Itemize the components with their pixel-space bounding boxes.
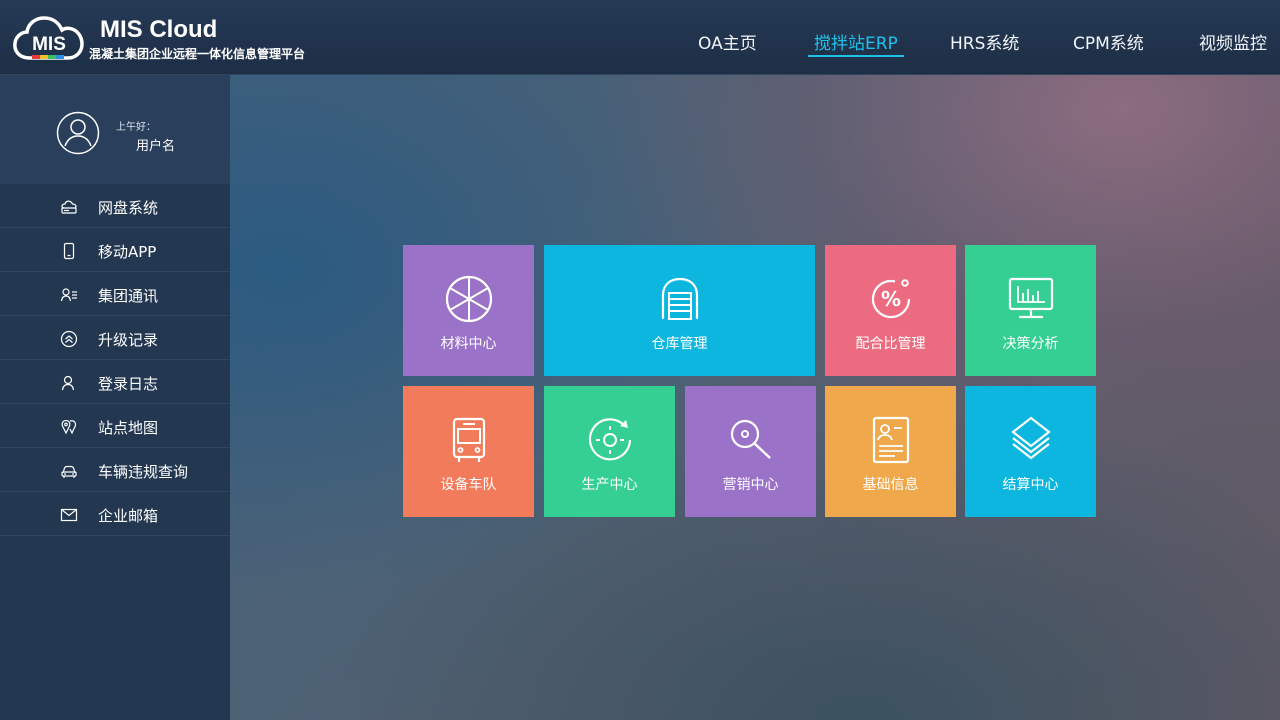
tile-marketing-center[interactable]: 营销中心 xyxy=(685,386,816,517)
nav-item-hrs[interactable]: HRS系统 xyxy=(950,29,1019,54)
percent-icon: % xyxy=(871,279,910,319)
sidebar-item-upgrade-log[interactable]: 升级记录 xyxy=(0,316,230,360)
tile-production-center[interactable]: 生产中心 xyxy=(544,386,675,517)
warehouse-icon xyxy=(661,277,698,320)
sidebar-item-login-log[interactable]: 登录日志 xyxy=(0,360,230,404)
top-header: MIS MIS Cloud 混凝土集团企业远程一体化信息管理平台 OA主页 搅拌… xyxy=(0,0,1280,75)
search-tag-icon xyxy=(730,419,771,459)
sidebar-item-enterprise-mail[interactable]: 企业邮箱 xyxy=(0,492,230,536)
tile-mix-ratio-management[interactable]: % 配合比管理 xyxy=(825,245,956,376)
tile-materials-center[interactable]: 材料中心 xyxy=(403,245,534,376)
target-rotate-icon xyxy=(588,418,631,461)
car-icon xyxy=(61,465,77,478)
sidebar-item-contacts[interactable]: 集团通讯 xyxy=(0,272,230,316)
layers-icon xyxy=(1010,416,1051,460)
tile-label: 材料中心 xyxy=(440,336,497,352)
nav-item-video[interactable]: 视频监控 xyxy=(1199,29,1267,54)
upgrade-icon xyxy=(60,330,78,348)
id-card-icon xyxy=(872,416,909,464)
tile-decision-analysis[interactable]: 决策分析 xyxy=(965,245,1096,376)
user-panel: 上午好： 用户名 xyxy=(0,75,230,184)
sidebar: 上午好： 用户名 网盘系统 移动APP 集团通讯 升级记录 登录日志 站点地图 … xyxy=(0,75,230,720)
greeting-text: 上午好： xyxy=(116,122,156,133)
tile-label: 生产中心 xyxy=(581,477,638,493)
sidebar-item-label: 移动APP xyxy=(98,243,157,261)
sidebar-item-label: 集团通讯 xyxy=(98,287,159,305)
sidebar-item-label: 网盘系统 xyxy=(98,199,159,217)
nav-item-erp[interactable]: 搅拌站ERP xyxy=(808,29,904,57)
sidebar-item-mobile-app[interactable]: 移动APP xyxy=(0,228,230,272)
avatar-icon[interactable] xyxy=(56,111,100,155)
mail-icon xyxy=(60,508,78,522)
tile-label: 营销中心 xyxy=(722,477,779,493)
nav-item-oa[interactable]: OA主页 xyxy=(698,29,757,54)
tile-label: 基础信息 xyxy=(862,477,919,493)
tile-label: 配合比管理 xyxy=(855,336,926,352)
cloud-drive-icon xyxy=(61,200,77,214)
nav-item-erp-label: 搅拌站ERP xyxy=(814,34,898,54)
sidebar-item-label: 登录日志 xyxy=(98,375,159,393)
nav-item-cpm[interactable]: CPM系统 xyxy=(1073,29,1144,54)
sidebar-item-site-map[interactable]: 站点地图 xyxy=(0,404,230,448)
sidebar-item-label: 升级记录 xyxy=(98,331,159,349)
user-log-icon xyxy=(61,375,75,391)
sidebar-item-label: 车辆违规查询 xyxy=(98,463,189,481)
contacts-icon xyxy=(60,288,77,302)
sidebar-item-vehicle-violation[interactable]: 车辆违规查询 xyxy=(0,448,230,492)
monitor-chart-icon xyxy=(1008,277,1053,319)
tile-equipment-fleet[interactable]: 设备车队 xyxy=(403,386,534,517)
active-nav-indicator xyxy=(808,55,904,57)
aperture-icon xyxy=(445,275,492,323)
mobile-phone-icon xyxy=(63,242,75,260)
map-pin-icon xyxy=(61,420,77,435)
tile-label: 结算中心 xyxy=(1002,477,1059,493)
sidebar-item-label: 企业邮箱 xyxy=(98,507,159,525)
sidebar-item-cloud-drive[interactable]: 网盘系统 xyxy=(0,184,230,228)
sidebar-menu: 网盘系统 移动APP 集团通讯 升级记录 登录日志 站点地图 车辆违规查询 企业… xyxy=(0,184,230,536)
tile-warehouse-management[interactable]: 仓库管理 xyxy=(544,245,815,376)
tile-settlement-center[interactable]: 结算中心 xyxy=(965,386,1096,517)
svg-text:%: % xyxy=(880,287,900,311)
main-content: 材料中心 仓库管理 % 配合比管理 决策分析 设备车队 生产中心 营销中心 基础… xyxy=(230,75,1280,720)
tile-label: 仓库管理 xyxy=(651,336,708,352)
tile-label: 设备车队 xyxy=(440,477,497,493)
bus-icon xyxy=(452,417,485,462)
tile-label: 决策分析 xyxy=(1002,336,1059,352)
tile-basic-info[interactable]: 基础信息 xyxy=(825,386,956,517)
username-text[interactable]: 用户名 xyxy=(136,135,175,154)
top-nav: OA主页 搅拌站ERP HRS系统 CPM系统 视频监控 xyxy=(0,0,1280,75)
sidebar-item-label: 站点地图 xyxy=(98,419,159,437)
